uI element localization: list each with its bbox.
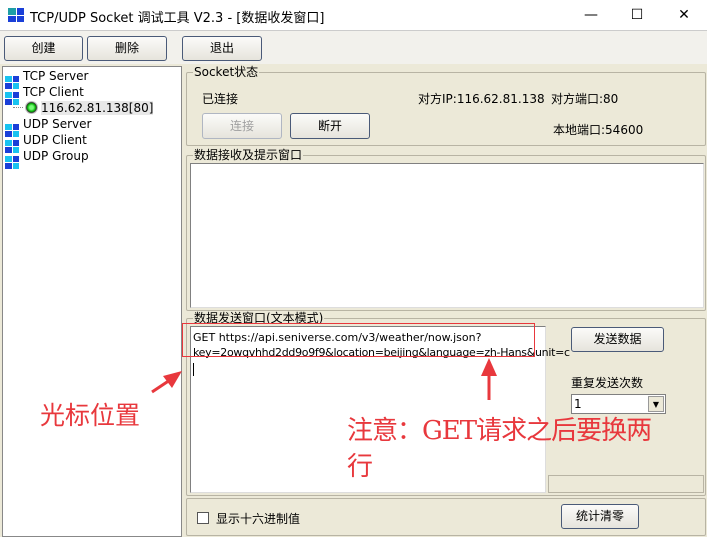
note-annotation-line2: 行 (347, 452, 374, 482)
arrow-cursor-icon (151, 371, 182, 394)
arrow-up-icon (481, 358, 497, 400)
cursor-annotation: 光标位置 (40, 401, 141, 430)
note-annotation-line1: 注意：GET请求之后要换两 (347, 416, 652, 446)
